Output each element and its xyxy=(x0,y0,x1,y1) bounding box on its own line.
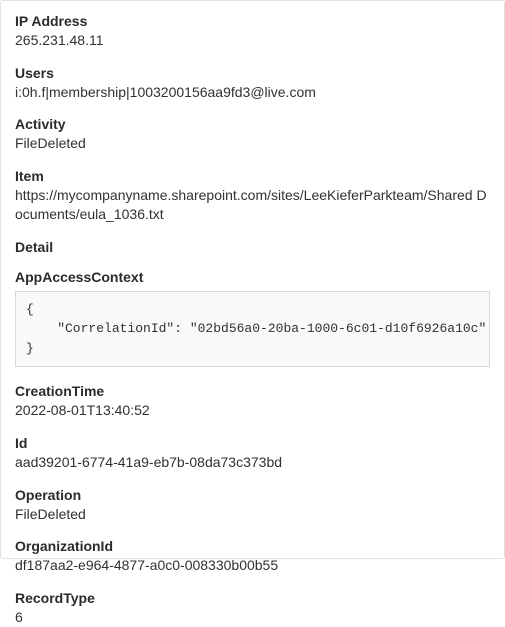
value-creation-time: 2022-08-01T13:40:52 xyxy=(15,401,490,421)
field-ip-address: IP Address 265.231.48.11 xyxy=(15,13,490,51)
section-header-detail: Detail xyxy=(15,239,490,255)
field-users: Users i:0h.f|membership|1003200156aa9fd3… xyxy=(15,65,490,103)
value-record-type: 6 xyxy=(15,608,490,627)
field-item: Item https://mycompanyname.sharepoint.co… xyxy=(15,168,490,225)
value-organization-id: df187aa2-e964-4877-a0c0-008330b00b55 xyxy=(15,556,490,576)
label-organization-id: OrganizationId xyxy=(15,538,490,554)
field-creation-time: CreationTime 2022-08-01T13:40:52 xyxy=(15,383,490,421)
value-activity: FileDeleted xyxy=(15,134,490,154)
label-record-type: RecordType xyxy=(15,590,490,606)
label-creation-time: CreationTime xyxy=(15,383,490,399)
field-operation: Operation FileDeleted xyxy=(15,487,490,525)
label-ip-address: IP Address xyxy=(15,13,490,29)
value-operation: FileDeleted xyxy=(15,505,490,525)
details-panel: IP Address 265.231.48.11 Users i:0h.f|me… xyxy=(0,0,505,559)
label-item: Item xyxy=(15,168,490,184)
field-organization-id: OrganizationId df187aa2-e964-4877-a0c0-0… xyxy=(15,538,490,576)
value-users: i:0h.f|membership|1003200156aa9fd3@live.… xyxy=(15,83,490,103)
code-app-access-context: { "CorrelationId": "02bd56a0-20ba-1000-6… xyxy=(15,291,490,368)
field-app-access-context: AppAccessContext xyxy=(15,269,490,285)
field-activity: Activity FileDeleted xyxy=(15,116,490,154)
label-operation: Operation xyxy=(15,487,490,503)
label-app-access-context: AppAccessContext xyxy=(15,269,490,285)
label-users: Users xyxy=(15,65,490,81)
field-record-type: RecordType 6 xyxy=(15,590,490,627)
value-item: https://mycompanyname.sharepoint.com/sit… xyxy=(15,186,490,225)
field-id: Id aad39201-6774-41a9-eb7b-08da73c373bd xyxy=(15,435,490,473)
value-id: aad39201-6774-41a9-eb7b-08da73c373bd xyxy=(15,453,490,473)
value-ip-address: 265.231.48.11 xyxy=(15,31,490,51)
label-id: Id xyxy=(15,435,490,451)
label-activity: Activity xyxy=(15,116,490,132)
